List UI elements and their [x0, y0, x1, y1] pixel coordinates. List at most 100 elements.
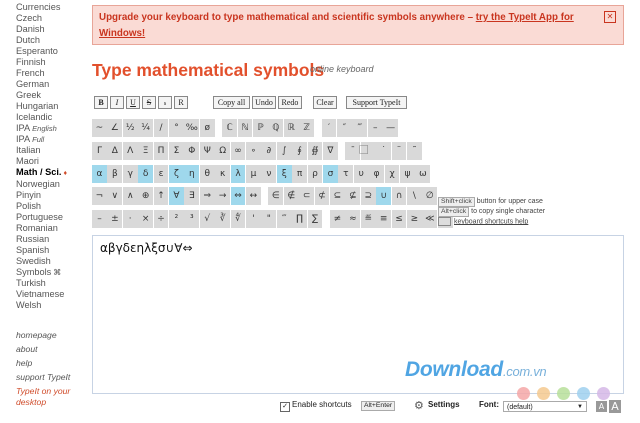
- symbol-key[interactable]: ∉: [283, 187, 300, 205]
- symbol-key[interactable]: ~: [92, 119, 108, 137]
- support-link[interactable]: support TypeIt: [16, 370, 88, 384]
- sidebar-item-language[interactable]: Welsh: [16, 300, 88, 311]
- desktop-promo-link[interactable]: TypeIt on your desktop: [16, 386, 88, 408]
- symbol-key[interactable]: ∃: [184, 187, 201, 205]
- sidebar-item-language[interactable]: Dutch: [16, 35, 88, 46]
- symbol-key[interactable]: Δ: [107, 142, 124, 160]
- symbol-key[interactable]: ↔: [246, 187, 262, 205]
- symbol-key[interactable]: ∛: [215, 210, 232, 228]
- symbol-key[interactable]: ∘: [246, 142, 262, 160]
- symbol-key[interactable]: ℕ: [237, 119, 254, 137]
- symbol-key[interactable]: ∩: [391, 187, 408, 205]
- symbol-key[interactable]: ℚ: [268, 119, 285, 137]
- symbol-key[interactable]: δ: [138, 165, 155, 183]
- symbol-key[interactable]: ·: [122, 210, 139, 228]
- sidebar-item-language[interactable]: French: [16, 68, 88, 79]
- symbol-key[interactable]: ∧: [122, 187, 139, 205]
- symbol-key[interactable]: ℙ: [253, 119, 269, 137]
- symbol-key[interactable]: ¼: [138, 119, 155, 137]
- symbol-key[interactable]: ∞: [230, 142, 247, 160]
- symbol-key[interactable]: ≥: [407, 210, 423, 228]
- symbol-key[interactable]: ν: [261, 165, 278, 183]
- symbol-key[interactable]: Ξ: [138, 142, 155, 160]
- symbol-key[interactable]: ζ: [169, 165, 185, 183]
- symbol-key[interactable]: ∨: [107, 187, 124, 205]
- about-link[interactable]: about: [16, 342, 88, 356]
- symbol-key[interactable]: ε: [153, 165, 170, 183]
- symbol-key[interactable]: ∇: [323, 142, 339, 160]
- symbol-key[interactable]: ∂: [261, 142, 278, 160]
- close-icon[interactable]: ✕: [604, 11, 616, 23]
- symbol-key[interactable]: α: [92, 165, 108, 183]
- symbol-key[interactable]: \: [407, 187, 423, 205]
- sidebar-item-language[interactable]: Vietnamese: [16, 289, 88, 300]
- symbol-key[interactable]: ↑: [153, 187, 170, 205]
- symbol-key[interactable]: Γ: [92, 142, 108, 160]
- symbol-key[interactable]: θ: [199, 165, 216, 183]
- homepage-link[interactable]: homepage: [16, 328, 88, 342]
- bold-button[interactable]: B: [94, 96, 108, 109]
- sidebar-item-language[interactable]: Polish: [16, 201, 88, 212]
- symbol-key[interactable]: ′: [321, 119, 338, 137]
- undo-button[interactable]: Undo: [252, 96, 276, 109]
- symbol-key[interactable]: ≠: [330, 210, 346, 228]
- sidebar-item-language[interactable]: IPA English: [16, 123, 88, 134]
- symbol-key[interactable]: ∫: [276, 142, 293, 160]
- symbol-key[interactable]: Ω: [215, 142, 232, 160]
- symbol-key[interactable]: ³: [184, 210, 201, 228]
- symbol-key[interactable]: ξ: [276, 165, 293, 183]
- symbol-key[interactable]: ⊄: [314, 187, 331, 205]
- sidebar-item-language[interactable]: Pinyin: [16, 190, 88, 201]
- sidebar-item-language[interactable]: Icelandic: [16, 112, 88, 123]
- gear-icon[interactable]: ⚙: [414, 400, 424, 412]
- sidebar-item-language[interactable]: Czech: [16, 13, 88, 24]
- symbol-key[interactable]: ‴: [276, 210, 293, 228]
- symbol-key[interactable]: ‴: [352, 119, 369, 137]
- sidebar-item-language[interactable]: Danish: [16, 24, 88, 35]
- symbol-key[interactable]: ″: [337, 119, 353, 137]
- font-larger-button[interactable]: A: [609, 400, 621, 413]
- symbol-key[interactable]: ℝ: [283, 119, 300, 137]
- symbol-key[interactable]: φ: [369, 165, 386, 183]
- symbol-key[interactable]: ˙: [376, 142, 393, 160]
- underline-button[interactable]: U: [126, 96, 140, 109]
- sidebar-item-language[interactable]: German: [16, 79, 88, 90]
- symbol-key[interactable]: ': [246, 210, 262, 228]
- symbol-key[interactable]: Π: [153, 142, 170, 160]
- sidebar-item-language[interactable]: IPA Full: [16, 134, 88, 145]
- symbol-key[interactable]: ±: [107, 210, 124, 228]
- symbol-key[interactable]: ∑: [307, 210, 324, 228]
- symbol-key[interactable]: ρ: [307, 165, 324, 183]
- symbol-key[interactable]: κ: [215, 165, 232, 183]
- clear-button[interactable]: Clear: [313, 96, 337, 109]
- symbol-key[interactable]: ω: [415, 165, 432, 183]
- symbol-key[interactable]: ½: [122, 119, 139, 137]
- symbol-key[interactable]: ∜: [230, 210, 247, 228]
- sidebar-item-language[interactable]: Hungarian: [16, 101, 88, 112]
- sidebar-item-language[interactable]: Italian: [16, 145, 88, 156]
- symbol-key[interactable]: ∯: [307, 142, 324, 160]
- symbol-key[interactable]: ÷: [153, 210, 170, 228]
- redo-button[interactable]: Redo: [278, 96, 302, 109]
- symbol-key[interactable]: Σ: [169, 142, 185, 160]
- symbol-key[interactable]: ∈: [268, 187, 285, 205]
- symbol-key[interactable]: ⇒: [199, 187, 216, 205]
- symbol-key[interactable]: λ: [230, 165, 247, 183]
- help-link[interactable]: help: [16, 356, 88, 370]
- sidebar-item-language[interactable]: Currencies: [16, 2, 88, 13]
- symbol-key[interactable]: υ: [353, 165, 370, 183]
- symbol-key[interactable]: σ: [323, 165, 339, 183]
- symbol-key[interactable]: ¯: [345, 142, 362, 160]
- symbol-key[interactable]: °: [169, 119, 185, 137]
- strikethrough-button[interactable]: S: [142, 96, 156, 109]
- symbol-key[interactable]: ∪: [376, 187, 393, 205]
- symbol-key[interactable]: Φ: [184, 142, 201, 160]
- sidebar-item-language[interactable]: Finnish: [16, 57, 88, 68]
- sidebar-item-language[interactable]: Symbols ⌘: [16, 267, 88, 278]
- copy-all-button[interactable]: Copy all: [213, 96, 250, 109]
- symbol-key[interactable]: ∠: [107, 119, 124, 137]
- symbol-key[interactable]: ℂ: [222, 119, 239, 137]
- symbol-key[interactable]: ∏: [292, 210, 309, 228]
- support-typeit-button[interactable]: Support TypeIt: [346, 96, 407, 109]
- symbol-key[interactable]: ¬: [92, 187, 108, 205]
